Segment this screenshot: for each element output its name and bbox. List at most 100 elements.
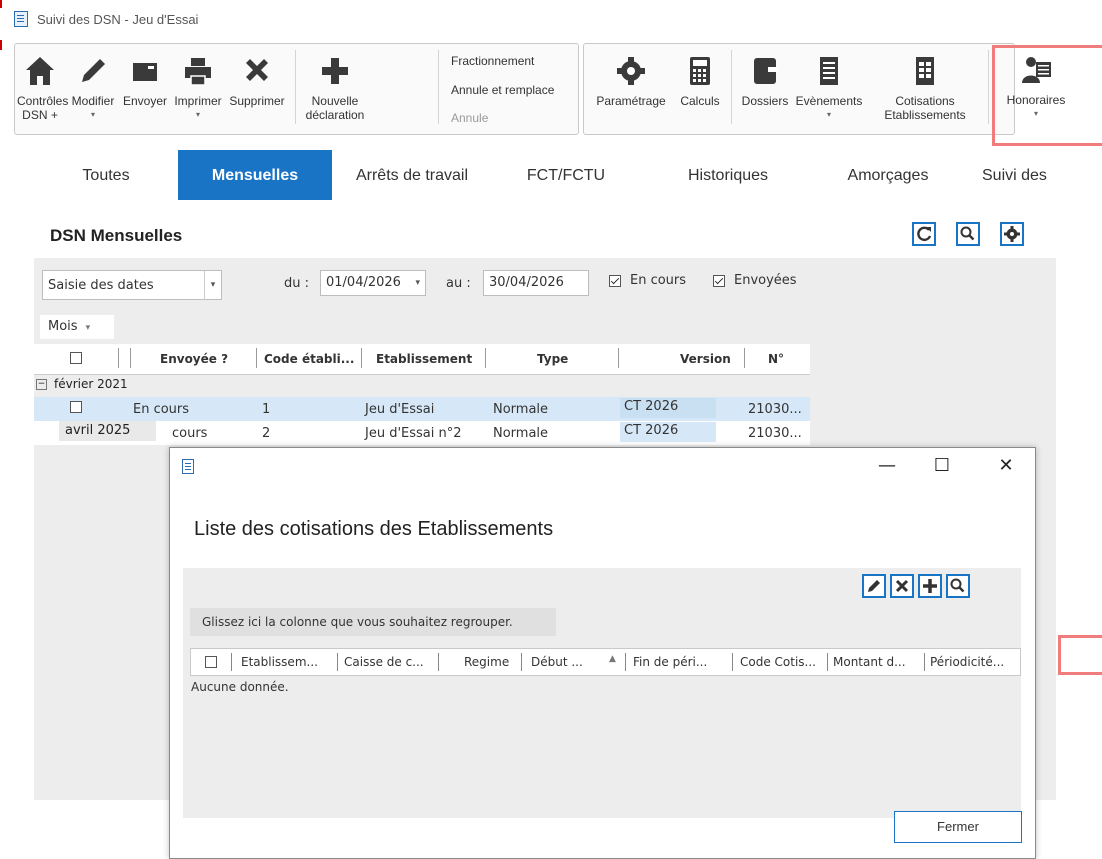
- chevron-down-icon: ▾: [826, 110, 831, 119]
- close-icon: [246, 59, 268, 81]
- nouvelle-declaration-button[interactable]: Nouvelle déclaration: [299, 46, 371, 122]
- envoyees-label: Envoyées: [734, 273, 797, 288]
- close-icon: [895, 579, 909, 593]
- group-drop-area[interactable]: Glissez ici la colonne que vous souhaite…: [190, 608, 556, 636]
- parametrage-button[interactable]: Paramétrage: [588, 46, 674, 108]
- edge-mark: [0, 0, 2, 8]
- tab-mensuelles[interactable]: Mensuelles: [178, 150, 332, 200]
- group-by-chip[interactable]: Mois ▾: [40, 315, 114, 339]
- gear-icon: [1004, 226, 1020, 242]
- plus-icon: [923, 579, 937, 593]
- cotisations-dialog: — ☐ ✕ Liste des cotisations des Etabliss…: [169, 447, 1036, 859]
- du-date-input[interactable]: 01/04/2026 ▾: [320, 270, 426, 296]
- close-button[interactable]: ✕: [991, 454, 1021, 478]
- tab-bar: Toutes Mensuelles Arrêts de travail FCT/…: [34, 150, 1102, 202]
- row-checkbox[interactable]: [70, 401, 82, 413]
- gear-icon: [617, 57, 645, 85]
- table-row[interactable]: En cours 1 Jeu d'Essai Normale CT 2026 2…: [34, 397, 810, 421]
- column-header[interactable]: Début ...: [531, 655, 583, 669]
- tab-historiques[interactable]: Historiques: [640, 150, 816, 200]
- column-header[interactable]: Regime: [464, 655, 509, 669]
- refresh-button[interactable]: [912, 222, 936, 246]
- pencil-icon: [82, 59, 105, 82]
- annule-button[interactable]: Annule: [451, 111, 488, 125]
- window-title: Suivi des DSN - Jeu d'Essai: [37, 12, 199, 27]
- column-header[interactable]: Montant d...: [833, 655, 906, 669]
- dsn-grid-header: Envoyée ? Code établi... Etablissement T…: [34, 344, 810, 375]
- ribbon: Contrôles DSN + Modifier ▾ Envoyer Impri…: [14, 43, 1102, 135]
- column-header[interactable]: Etablissem...: [241, 655, 318, 669]
- search-icon: [950, 578, 965, 593]
- select-all-checkbox[interactable]: [205, 656, 217, 668]
- calculs-button[interactable]: Calculs: [674, 46, 726, 108]
- collapse-icon[interactable]: −: [36, 379, 47, 390]
- add-button[interactable]: [918, 574, 942, 598]
- column-header[interactable]: Fin de péri...: [633, 655, 707, 669]
- refresh-icon: [917, 226, 932, 242]
- envoyees-checkbox[interactable]: [713, 275, 725, 287]
- spreadsheet-icon: [916, 57, 934, 85]
- tab-amorcages[interactable]: Amorçages: [816, 150, 960, 200]
- calculator-icon: [690, 57, 710, 85]
- edit-button[interactable]: [862, 574, 886, 598]
- chevron-down-icon: ▾: [415, 278, 420, 288]
- column-header[interactable]: Envoyée ?: [160, 352, 228, 366]
- imprimer-button[interactable]: Imprimer ▾: [171, 46, 225, 122]
- supprimer-button[interactable]: Supprimer: [227, 46, 287, 108]
- tab-fct-fctu[interactable]: FCT/FCTU: [492, 150, 640, 200]
- search-button[interactable]: [946, 574, 970, 598]
- ribbon-group-tools: Paramétrage Calculs Dossiers Evènements …: [583, 43, 1015, 135]
- envoyer-button[interactable]: Envoyer: [119, 46, 171, 108]
- cotisations-etablissements-button[interactable]: Cotisations Etablissements: [884, 46, 966, 122]
- column-header[interactable]: Code Cotis...: [740, 655, 816, 669]
- window-titlebar: Suivi des DSN - Jeu d'Essai: [0, 0, 1102, 38]
- chevron-down-icon: ▾: [204, 271, 221, 299]
- select-all-checkbox[interactable]: [70, 352, 82, 364]
- highlight-box: [992, 45, 1102, 146]
- en-cours-label: En cours: [630, 273, 687, 288]
- column-header[interactable]: N°: [768, 352, 784, 366]
- modifier-button[interactable]: Modifier ▾: [67, 46, 119, 122]
- search-button[interactable]: [956, 222, 980, 246]
- controles-dsn-button[interactable]: Contrôles DSN +: [17, 46, 68, 122]
- folder-icon: [754, 58, 778, 84]
- column-header[interactable]: Etablissement: [376, 352, 472, 366]
- app-icon: [182, 459, 194, 474]
- au-date-input[interactable]: 30/04/2026: [483, 270, 589, 296]
- fermer-button[interactable]: Fermer: [894, 811, 1022, 843]
- chevron-down-icon: ▾: [90, 110, 95, 119]
- send-icon: [133, 63, 157, 81]
- column-header[interactable]: Type: [537, 352, 568, 366]
- annule-et-remplace-button[interactable]: Annule et remplace: [451, 83, 554, 97]
- group-row[interactable]: − février 2021: [34, 374, 810, 396]
- delete-button[interactable]: [890, 574, 914, 598]
- pencil-icon: [868, 580, 880, 592]
- fractionnement-button[interactable]: Fractionnement: [451, 54, 534, 68]
- cotisations-grid-header: Etablissem... Caisse de c... Regime Débu…: [190, 648, 1021, 676]
- column-header[interactable]: Code établi...: [264, 352, 354, 366]
- highlight-box: [1058, 635, 1102, 675]
- printer-icon: [185, 58, 211, 86]
- column-header[interactable]: Caisse de c...: [344, 655, 424, 669]
- tab-toutes[interactable]: Toutes: [34, 150, 178, 200]
- column-header[interactable]: Version: [680, 352, 731, 366]
- maximize-button[interactable]: ☐: [927, 454, 957, 478]
- dialog-title: Liste des cotisations des Etablissements: [194, 518, 554, 540]
- tab-suivi-des[interactable]: Suivi des: [960, 150, 1102, 200]
- dossiers-button[interactable]: Dossiers: [736, 46, 794, 108]
- minimize-button[interactable]: —: [872, 454, 902, 478]
- dialog-body: Glissez ici la colonne que vous souhaite…: [183, 568, 1021, 818]
- settings-button[interactable]: [1000, 222, 1024, 246]
- page-title: DSN Mensuelles: [50, 226, 183, 245]
- au-label: au :: [446, 276, 471, 291]
- plus-icon: [322, 58, 348, 84]
- column-header[interactable]: Périodicité...: [930, 655, 1004, 669]
- search-icon: [960, 226, 975, 241]
- evenements-button[interactable]: Evènements ▾: [794, 46, 864, 122]
- date-tooltip: avril 2025: [59, 421, 156, 441]
- sort-ascending-icon: ▲: [609, 654, 616, 664]
- home-icon: [26, 57, 54, 85]
- tab-arrets-de-travail[interactable]: Arrêts de travail: [332, 150, 492, 200]
- en-cours-checkbox[interactable]: [609, 275, 621, 287]
- date-mode-select[interactable]: Saisie des dates ▾: [42, 270, 222, 300]
